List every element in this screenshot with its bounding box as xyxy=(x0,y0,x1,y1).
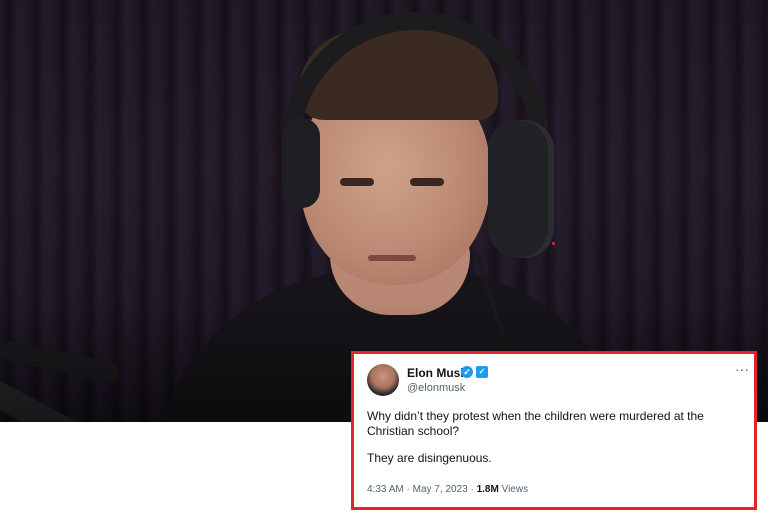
tweet-text: Why didn’t they protest when the childre… xyxy=(367,409,737,466)
avatar[interactable] xyxy=(367,364,399,396)
tweet-date[interactable]: May 7, 2023 xyxy=(413,484,468,495)
verified-check-icon: ✓ xyxy=(461,366,473,378)
author-handle[interactable]: @elonmusk xyxy=(407,382,465,394)
person-mouth xyxy=(368,255,416,261)
tweet-meta: 4:33 AM · May 7, 2023 · 1.8M Views xyxy=(367,484,528,495)
tweet-time[interactable]: 4:33 AM xyxy=(367,484,404,495)
twitter-badge-icon: ✓ xyxy=(476,366,488,378)
headphones-earcup-right xyxy=(488,120,554,258)
tweet-text-line2: They are disingenuous. xyxy=(367,451,492,465)
tweet-text-line1: Why didn’t they protest when the childre… xyxy=(367,409,704,438)
tweet-card[interactable]: Elon Musk ✓ ✓ @elonmusk ··· Why didn’t t… xyxy=(351,351,757,510)
author-name[interactable]: Elon Musk xyxy=(407,366,467,380)
views-count: 1.8M xyxy=(476,484,499,495)
red-dot xyxy=(552,242,555,245)
more-options-icon[interactable]: ··· xyxy=(735,362,749,376)
person-eye-left xyxy=(340,178,374,186)
person-eye-right xyxy=(410,178,444,186)
meta-separator: · xyxy=(470,484,474,495)
views-label: Views xyxy=(501,484,529,495)
headphones-earcup-left xyxy=(282,118,320,208)
meta-separator: · xyxy=(406,484,410,495)
